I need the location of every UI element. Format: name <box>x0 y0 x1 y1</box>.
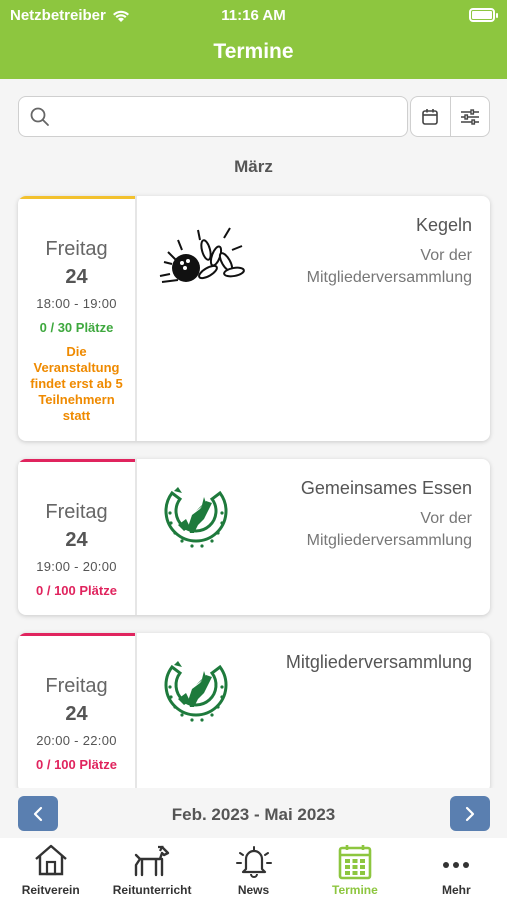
event-subtitle-line: Mitgliederversammlung <box>306 532 472 549</box>
event-subtitle-line: Mitgliederversammlung <box>306 269 472 286</box>
event-title: Gemeinsames Essen <box>300 478 472 498</box>
tab-label: News <box>237 883 270 897</box>
event-time: 20:00 - 22:00 <box>36 733 117 748</box>
house-icon <box>34 844 67 876</box>
calendar-icon <box>422 108 439 125</box>
horse-icon <box>134 845 170 877</box>
event-subtitle: Vor der Mitgliederversammlung <box>307 508 472 552</box>
event-date-column: Freitag 24 19:00 - 20:00 0 / 100 Plätze <box>18 459 137 615</box>
settings-filter-button[interactable] <box>449 97 489 136</box>
next-range-button[interactable] <box>450 796 490 831</box>
bowling-icon <box>159 227 245 283</box>
page-title: Termine <box>213 40 294 63</box>
status-bar: Netzbetreiber 11:16 AM <box>0 5 507 27</box>
event-accent-bar <box>18 196 135 199</box>
search-icon <box>30 107 49 126</box>
event-warning: Die Veranstaltung findet erst ab 5 Teiln… <box>30 344 123 423</box>
more-icon <box>443 862 470 868</box>
search-box[interactable] <box>18 96 408 137</box>
tab-label: Termine <box>332 883 378 897</box>
chevron-right-icon <box>465 806 475 821</box>
event-day-number: 24 <box>65 266 88 288</box>
event-places: 0 / 30 Plätze <box>39 320 114 335</box>
event-date-column: Freitag 24 18:00 - 19:00 0 / 30 Plätze D… <box>18 196 137 441</box>
event-title: Kegeln <box>415 215 472 235</box>
date-range-pager: Feb. 2023 - Mai 2023 <box>0 788 507 838</box>
tab-label: Reitunterricht <box>112 883 192 897</box>
tab-bar: Reitverein Reitunterricht News Termine M… <box>0 838 507 900</box>
event-time: 19:00 - 20:00 <box>36 559 117 574</box>
calendar-icon <box>338 845 372 880</box>
event-card[interactable]: Freitag 24 20:00 - 22:00 0 / 100 Plätze … <box>18 633 490 793</box>
event-card[interactable]: Freitag 24 18:00 - 19:00 0 / 30 Plätze D… <box>18 196 490 441</box>
event-day-number: 24 <box>65 703 88 725</box>
club-logo <box>164 661 228 722</box>
event-subtitle-line: Vor der <box>420 247 472 264</box>
tab-label: Reitverein <box>21 883 80 897</box>
event-date-column: Freitag 24 20:00 - 22:00 0 / 100 Plätze <box>18 633 137 793</box>
event-title: Mitgliederversammlung <box>285 652 472 672</box>
event-card[interactable]: Freitag 24 19:00 - 20:00 0 / 100 Plätze … <box>18 459 490 615</box>
filter-button-group <box>410 96 490 137</box>
event-day-name: Freitag <box>45 501 108 523</box>
tab-termine[interactable]: Termine <box>304 838 405 900</box>
event-time: 18:00 - 19:00 <box>36 296 117 311</box>
tab-label: Mehr <box>441 883 471 897</box>
bell-icon <box>235 846 272 878</box>
sliders-icon <box>460 108 479 125</box>
top-bar: Netzbetreiber 11:16 AM Termine <box>0 0 507 79</box>
tab-reitverein[interactable]: Reitverein <box>0 838 101 900</box>
event-subtitle-line: Vor der <box>420 510 472 527</box>
calendar-filter-button[interactable] <box>411 97 450 136</box>
status-time: 11:16 AM <box>221 7 286 24</box>
event-day-number: 24 <box>65 529 88 551</box>
event-accent-bar <box>18 459 135 462</box>
event-day-name: Freitag <box>45 238 108 260</box>
event-subtitle: Vor der Mitgliederversammlung <box>307 245 472 289</box>
tab-news[interactable]: News <box>203 838 304 900</box>
event-places: 0 / 100 Plätze <box>36 757 117 772</box>
battery-icon <box>469 8 498 22</box>
event-accent-bar <box>18 633 135 636</box>
search-input[interactable] <box>59 103 399 131</box>
month-header: März <box>234 157 273 176</box>
event-day-name: Freitag <box>45 675 108 697</box>
date-range-label: Feb. 2023 - Mai 2023 <box>171 805 336 824</box>
tab-mehr[interactable]: Mehr <box>406 838 507 900</box>
event-places: 0 / 100 Plätze <box>36 583 117 598</box>
club-logo <box>164 487 228 548</box>
tab-reitunterricht[interactable]: Reitunterricht <box>101 838 202 900</box>
